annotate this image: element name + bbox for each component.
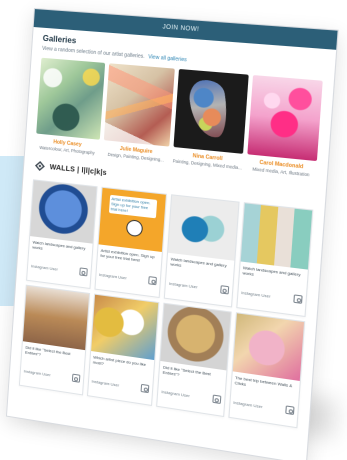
gallery-card[interactable]: Carol Macdonald Mixed media, Art, Illust… [246,75,323,178]
instagram-icon[interactable] [140,383,150,394]
view-all-galleries-link[interactable]: View all galleries [148,54,187,63]
brand-text: WALLS | l|l|c|k|s [49,163,108,177]
instagram-icon[interactable] [293,294,303,304]
instagram-icon[interactable] [78,267,88,277]
feed-post[interactable]: Which artist piece do you like most? Ins… [86,293,160,407]
join-now-link[interactable]: JOIN NOW! [162,24,199,33]
feed-post[interactable]: Artist exhibition open. Sign up for your… [93,186,168,299]
post-image[interactable] [160,303,231,371]
page-content: Galleries View a random selection of our… [9,27,336,430]
feed-post[interactable]: Watch landscapes and gallery works Insta… [26,179,98,289]
gallery-card[interactable]: Julie Maguire Design, Painting, Designin… [103,63,176,163]
marketing-screenshot-scene: JOIN NOW! Galleries View a random select… [0,0,347,460]
post-image[interactable]: Artist exhibition open. Sign up for your… [98,187,166,252]
gallery-card[interactable]: Nina Carroll Painting, Designing, Mixed … [173,69,249,170]
post-image[interactable] [22,285,89,351]
gallery-artwork-image[interactable] [103,63,176,147]
gallery-artwork-image[interactable] [173,69,249,154]
instagram-icon[interactable] [148,276,157,286]
feed-post[interactable]: Did it like "Select the Best Entries"? I… [156,302,232,417]
instagram-feed-grid: Watch landscapes and gallery works Insta… [18,179,314,429]
instagram-icon[interactable] [285,405,295,416]
galleries-grid: Holly Casey Watercolour, Art, Photograph… [35,57,323,178]
instagram-icon[interactable] [211,394,221,404]
feed-post[interactable]: Watch landscapes and gallery works Insta… [235,202,314,318]
instagram-icon[interactable] [71,373,80,383]
post-image[interactable] [240,203,313,270]
instagram-icon[interactable] [219,285,229,295]
post-author: Instagram User [30,262,59,272]
gallery-card[interactable]: Holly Casey Watercolour, Art, Photograph… [35,57,106,156]
brand-icon [34,160,45,171]
post-author: Instagram User [23,367,51,377]
post-author: Instagram User [233,399,263,409]
post-image[interactable] [168,195,238,261]
post-image[interactable] [30,180,96,244]
promo-bubble-text: Artist exhibition open. Sign up for your… [108,194,157,219]
feed-post[interactable]: Watch landscapes and gallery works Insta… [163,194,240,308]
post-image[interactable] [90,294,159,361]
gallery-artwork-image[interactable] [247,75,323,162]
post-author: Instagram User [91,378,120,388]
gallery-artwork-image[interactable] [36,57,106,140]
post-author: Instagram User [241,289,271,299]
robot-illustration-icon [125,219,143,238]
post-author: Instagram User [161,388,191,398]
post-author: Instagram User [168,280,198,289]
feed-post[interactable]: Did it like "Select the Best Entries"? I… [18,284,90,396]
tilted-browser-page: JOIN NOW! Galleries View a random select… [5,8,339,460]
post-image[interactable] [232,313,305,381]
feed-post[interactable]: The best trip between Walls & Clicks Ins… [227,312,306,429]
post-author: Instagram User [98,271,127,280]
